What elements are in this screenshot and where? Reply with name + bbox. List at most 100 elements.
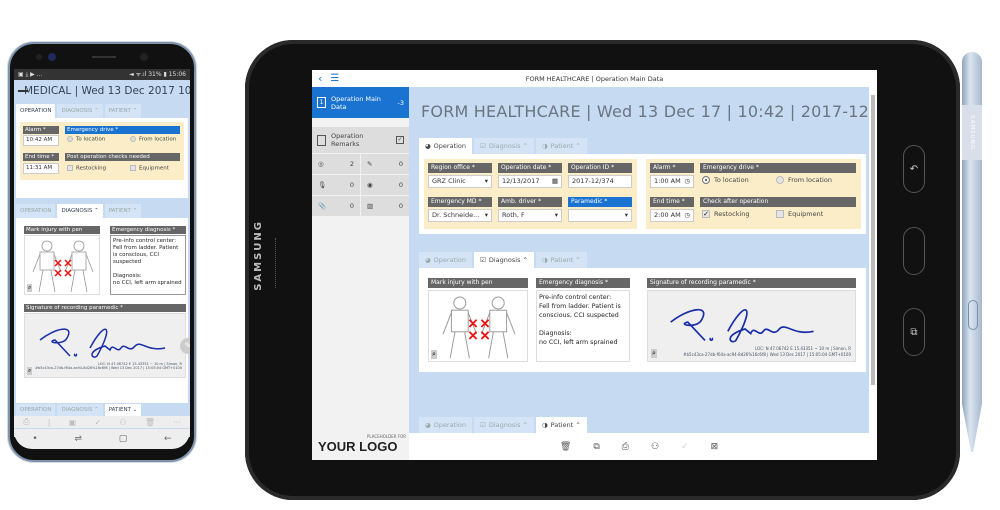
edit-pen-fab-icon[interactable]: ✎ <box>180 338 190 354</box>
signature-stroke <box>39 328 166 358</box>
save-icon[interactable]: ⊠ <box>711 442 719 452</box>
alarm-time-input[interactable]: 10:42 AM <box>23 135 59 146</box>
tab-patient[interactable]: ◑ Patient ⌃ <box>535 138 587 154</box>
diagnosis-panel: Mark injury with pen ⌕ Emergency diagnos… <box>419 268 866 372</box>
sensor-icon <box>36 54 42 60</box>
recent-apps-hardware-button[interactable]: ⧉ <box>903 308 925 356</box>
app-header: MEDICAL | Wed 13 Dec 2017 10:... <box>14 80 190 102</box>
clock-icon: ◷ <box>684 211 690 219</box>
trash-icon[interactable]: 🗑 <box>145 418 155 427</box>
emergency-md-select[interactable]: Dr. Schneide... ▾ <box>428 209 492 222</box>
more-icon[interactable]: ··· <box>173 418 181 427</box>
pdf-icon[interactable]: ⎙ <box>23 417 29 427</box>
checkbox-equipment[interactable]: Equipment <box>130 165 169 172</box>
tab-patient[interactable]: PATIENT ⌄ <box>104 404 142 416</box>
counter-location[interactable]: ◉ 0 <box>361 175 409 195</box>
section-tabs-diagnosis: ◕ Operation ☑ Diagnosis ⌃ ◑ Patient ⌃ <box>419 252 587 268</box>
sidebar-item-operation-main-data[interactable]: 1 Operation Main Data -3 <box>312 87 409 118</box>
speaker-grille <box>275 238 277 288</box>
zoom-icon[interactable]: ⌕ <box>431 350 437 359</box>
radio-from-location[interactable]: From location <box>130 136 176 143</box>
nav-dot-icon[interactable]: • <box>32 434 37 444</box>
tab-patient[interactable]: PATIENT ⌃ <box>104 104 142 118</box>
dropdown-caret-icon: ▾ <box>554 211 558 219</box>
sidebar-item-operation-remarks[interactable]: Operation Remarks ✓ <box>312 127 409 153</box>
end-time-label: End time * <box>23 153 59 161</box>
check-icon[interactable]: ✓ <box>94 418 101 427</box>
alarm-time-input[interactable]: 1:00 AM ◷ <box>650 175 694 188</box>
zoom-icon[interactable]: ⌕ <box>27 284 33 292</box>
tab-diagnosis[interactable]: DIAGNOSIS ⌃ <box>57 204 103 218</box>
operation-date-input[interactable]: 12/13/2017 ▦ <box>498 175 562 188</box>
list-icon[interactable]: ☰ <box>330 73 339 84</box>
zoom-icon[interactable]: ⌕ <box>27 367 33 375</box>
error-badge: -3 <box>397 98 404 107</box>
checkbox-icon: ☑ <box>480 142 486 150</box>
back-icon[interactable]: ← <box>164 434 172 444</box>
signature-label: Signature of recording paramedic * <box>24 304 186 312</box>
checkbox-restocking[interactable]: Restocking <box>67 165 106 172</box>
radio-to-location[interactable]: To location <box>702 176 749 184</box>
signature-pad[interactable]: LOC: N 47.06742 E 15.43351 ~ 10 m | Simo… <box>24 313 186 378</box>
back-chevron-icon[interactable]: ‹ <box>318 72 322 85</box>
users-icon[interactable]: ⚇ <box>651 442 659 452</box>
end-time-input[interactable]: 2:00 AM ◷ <box>650 209 694 222</box>
end-time-input[interactable]: 11:31 AM <box>23 163 59 174</box>
tab-diagnosis[interactable]: DIAGNOSIS ⌃ <box>57 404 103 416</box>
main-content: FORM HEALTHCARE | Wed 13 Dec 17 | 10:42 … <box>409 87 877 460</box>
injury-body-diagram[interactable]: ⌕ <box>428 290 528 362</box>
counter-image[interactable]: ▨ 0 <box>361 196 409 216</box>
check-icon[interactable]: ✓ <box>681 442 689 452</box>
emergency-diagnosis-textarea[interactable]: Pre-info control center: Fell from ladde… <box>110 235 186 295</box>
radio-from-location[interactable]: From location <box>776 176 832 184</box>
signature-pad[interactable]: LOC: N 47.06742 E 15.43351 ~ 10 m | Simo… <box>647 290 856 362</box>
trash-icon[interactable]: 🗑 <box>560 442 571 452</box>
signature-meta: LOC: N 47.06742 E 15.43351 ~ 10 m | Simo… <box>683 346 851 357</box>
home-hardware-button[interactable] <box>903 227 925 275</box>
users-icon[interactable]: ⚇ <box>119 418 126 427</box>
paramedic-select[interactable]: ▾ <box>568 209 632 222</box>
tab-operation[interactable]: ◕ Operation <box>419 138 473 154</box>
tab-operation[interactable]: ◕ Operation <box>419 417 473 433</box>
checkbox-restocking[interactable]: ✓ Restocking <box>702 210 750 218</box>
copy-icon[interactable]: ⧉ <box>593 442 599 452</box>
zoom-icon[interactable]: ⌕ <box>651 349 657 358</box>
section-tabs-operation: OPERATION DIAGNOSIS ⌃ PATIENT ⌃ <box>16 104 188 118</box>
checkbox-equipment[interactable]: Equipment <box>776 210 823 218</box>
pdf-icon[interactable]: ⎙ <box>622 442 629 452</box>
injury-body-diagram[interactable]: ⌕ <box>24 235 100 295</box>
region-office-select[interactable]: GRZ Clinic ▾ <box>428 175 492 188</box>
counter-camera[interactable]: ◎ 2 <box>312 154 360 174</box>
recent-apps-icon[interactable]: ⇌ <box>74 434 82 444</box>
tab-diagnosis[interactable]: ☑ Diagnosis ⌃ <box>474 138 534 154</box>
tab-diagnosis[interactable]: ☑ Diagnosis ⌃ <box>474 252 534 268</box>
microphone-icon: 🎙 <box>318 181 327 189</box>
tab-patient[interactable]: PATIENT ⌃ <box>104 204 142 218</box>
counter-pencil[interactable]: ✎ 0 <box>361 154 409 174</box>
back-hardware-button[interactable]: ↶ <box>903 145 925 193</box>
home-icon[interactable]: ▢ <box>119 434 128 444</box>
counter-microphone[interactable]: 🎙 0 <box>312 175 360 195</box>
operation-id-input[interactable]: 2017-12/374 <box>568 175 632 188</box>
tab-operation[interactable]: OPERATION <box>16 404 56 416</box>
tab-operation[interactable]: ◕ Operation <box>419 252 473 268</box>
speaker-grille <box>92 56 116 58</box>
tab-operation[interactable]: OPERATION <box>16 204 56 218</box>
checkbox-icon: ☑ <box>480 421 486 429</box>
tab-diagnosis[interactable]: DIAGNOSIS ⌃ <box>57 104 103 118</box>
tab-diagnosis[interactable]: ☑ Diagnosis ⌃ <box>474 417 534 433</box>
amb-driver-select[interactable]: Roth, F ▾ <box>498 209 562 222</box>
phone-screen: ▣ ⤓ ▶ ... ◄ ᯤ.ıl 31% ▮ 15:06 MEDICAL | W… <box>14 69 190 437</box>
tab-patient[interactable]: ◑ Patient ⌃ <box>535 252 587 268</box>
emergency-diagnosis-textarea[interactable]: Pre-info control center: Fell from ladde… <box>536 290 630 362</box>
scrollbar[interactable] <box>869 87 877 460</box>
document-icon: 1 <box>317 97 326 108</box>
tab-operation[interactable]: OPERATION <box>16 104 56 118</box>
amb-driver-label: Amb. driver * <box>498 197 562 207</box>
counter-attachment[interactable]: 📎 0 <box>312 196 360 216</box>
tab-patient[interactable]: ◑ Patient ⌃ <box>535 417 587 433</box>
scrollbar-thumb[interactable] <box>871 95 875 385</box>
save-icon[interactable]: ▣ <box>69 418 77 427</box>
section-tabs-diagnosis: OPERATION DIAGNOSIS ⌃ PATIENT ⌃ <box>16 204 188 218</box>
radio-to-location[interactable]: To location <box>67 136 105 143</box>
